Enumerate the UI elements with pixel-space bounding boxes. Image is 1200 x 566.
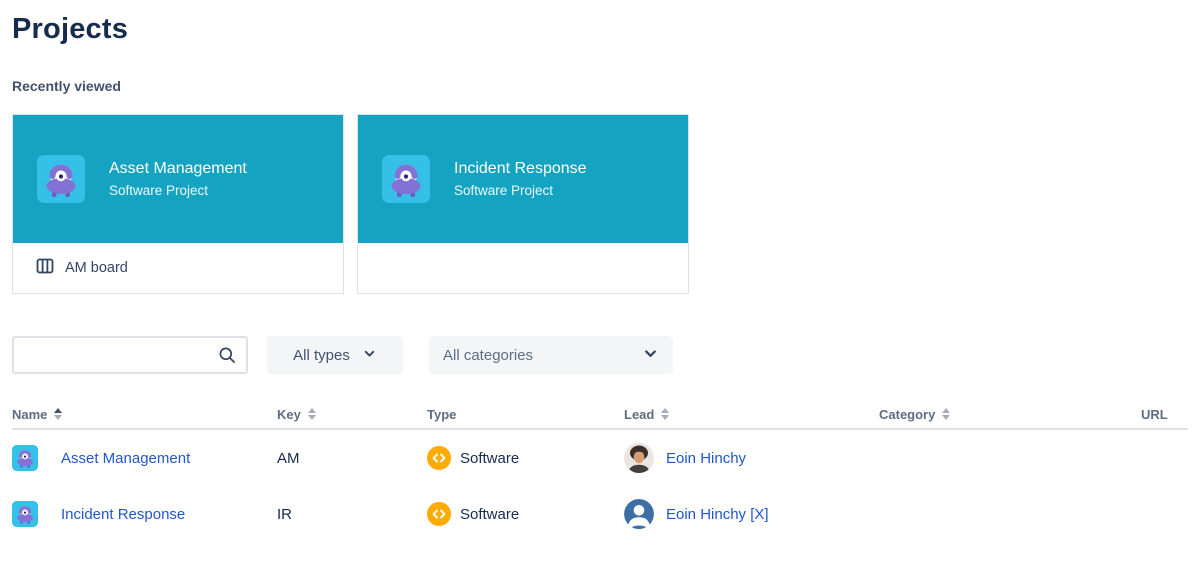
project-card-footer: AM board	[13, 243, 343, 293]
type-cell: Software	[427, 502, 624, 526]
type-label: Software	[460, 449, 520, 467]
board-link-label: AM board	[65, 260, 128, 276]
chevron-down-icon	[642, 345, 659, 366]
recently-viewed-cards: Asset Management Software Project AM boa…	[12, 114, 1188, 294]
recently-viewed-label: Recently viewed	[12, 78, 121, 94]
lead-cell: Eoin Hinchy [X]	[624, 499, 879, 529]
key-cell: AM	[277, 449, 300, 467]
search-input[interactable]	[14, 338, 246, 372]
project-card-title: Asset Management	[109, 160, 247, 177]
sort-ascending-icon	[54, 408, 63, 420]
table-row: Incident Response IR Software Eoin Hinch…	[12, 486, 1188, 542]
lead-avatar-generic-icon	[624, 499, 654, 529]
projects-table: Name Key Type Lead Category URL Asset Ma…	[12, 400, 1188, 542]
table-header-row: Name Key Type Lead Category URL	[12, 400, 1188, 430]
name-cell: Incident Response	[12, 501, 277, 527]
project-card-incident-response[interactable]: Incident Response Software Project	[357, 114, 689, 294]
category-filter-dropdown[interactable]: All categories	[429, 336, 673, 374]
project-avatar-icon	[12, 445, 38, 471]
project-card-header: Asset Management Software Project	[13, 115, 343, 243]
project-card-subtitle: Software Project	[454, 183, 554, 198]
lead-link[interactable]: Eoin Hinchy [X]	[666, 506, 769, 523]
projects-page: Projects Recently viewed Asset Managemen…	[0, 0, 1200, 542]
page-title: Projects	[12, 13, 129, 45]
table-row: Asset Management AM Software Eoin Hinchy	[12, 430, 1188, 486]
chevron-down-icon	[362, 346, 377, 365]
board-icon	[35, 256, 55, 280]
project-name-link[interactable]: Incident Response	[61, 506, 185, 523]
project-avatar-icon	[37, 155, 85, 203]
project-card-header: Incident Response Software Project	[358, 115, 688, 243]
key-cell: IR	[277, 505, 292, 523]
type-filter-label: All types	[293, 346, 350, 364]
type-filter-dropdown[interactable]: All types	[267, 336, 403, 374]
project-card-asset-management[interactable]: Asset Management Software Project AM boa…	[12, 114, 344, 294]
project-card-footer	[358, 243, 688, 293]
category-filter-label: All categories	[443, 346, 534, 364]
project-card-subtitle: Software Project	[109, 183, 209, 198]
project-avatar-icon	[12, 501, 38, 527]
sort-icon	[307, 408, 316, 420]
name-cell: Asset Management	[12, 445, 277, 471]
type-label: Software	[460, 505, 520, 523]
software-type-icon	[427, 502, 451, 526]
search-icon	[218, 346, 237, 370]
filter-bar: All types All categories	[12, 336, 1188, 374]
column-header-url: URL	[1141, 406, 1168, 422]
sort-icon	[661, 408, 670, 420]
lead-link[interactable]: Eoin Hinchy	[666, 450, 746, 467]
column-header-name[interactable]: Name	[12, 407, 277, 422]
project-search	[12, 336, 248, 374]
software-type-icon	[427, 446, 451, 470]
lead-cell: Eoin Hinchy	[624, 443, 879, 473]
column-header-key[interactable]: Key	[277, 407, 427, 422]
column-header-lead[interactable]: Lead	[624, 407, 879, 422]
project-name-link[interactable]: Asset Management	[61, 450, 190, 467]
column-header-category[interactable]: Category	[879, 407, 1141, 422]
project-card-title: Incident Response	[454, 160, 587, 177]
sort-icon	[942, 408, 951, 420]
column-header-type: Type	[427, 406, 457, 422]
type-cell: Software	[427, 446, 624, 470]
project-avatar-icon	[382, 155, 430, 203]
lead-avatar-photo	[624, 443, 654, 473]
board-link[interactable]: AM board	[35, 256, 128, 280]
